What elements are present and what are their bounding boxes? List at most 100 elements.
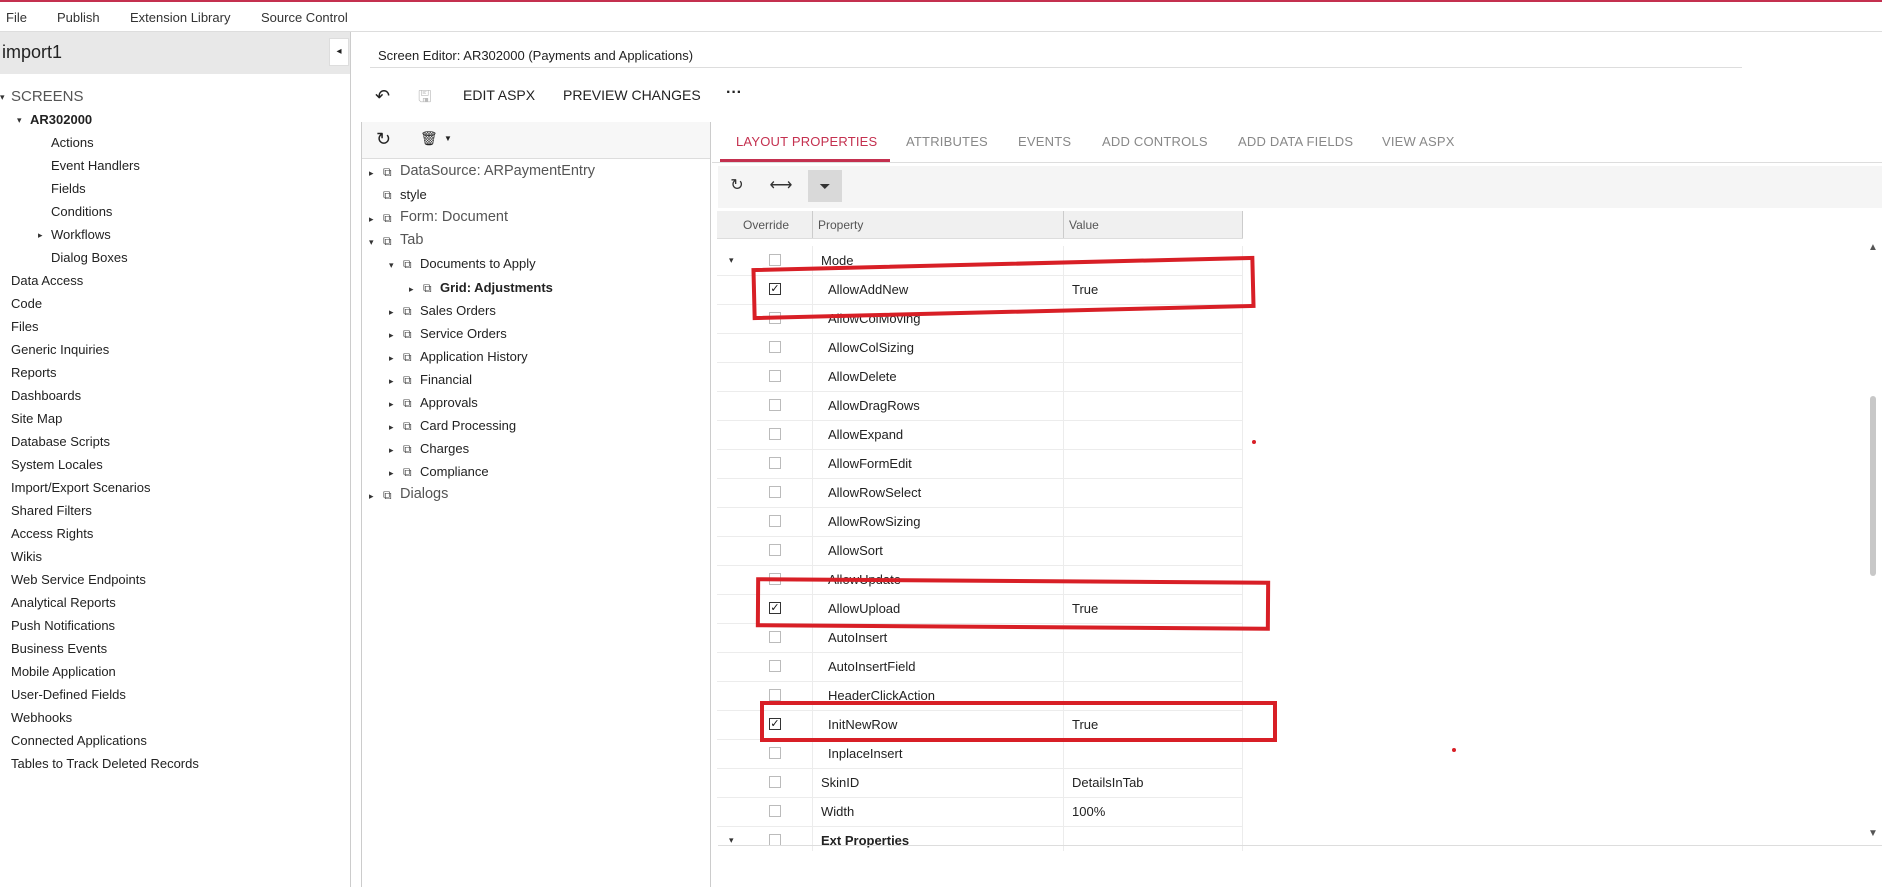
grid-row[interactable]: AutoInsertField (717, 652, 1243, 682)
tree-expand-caret[interactable]: ▸ (389, 330, 394, 341)
tree-item-generic-inquiries[interactable]: Generic Inquiries (11, 342, 109, 357)
tree-expand-caret[interactable]: ▸ (369, 491, 374, 502)
control-tree-node[interactable]: Grid: Adjustments (440, 280, 553, 295)
control-tree-node[interactable]: Compliance (420, 464, 489, 479)
tree-item-fields[interactable]: Fields (51, 181, 86, 196)
tree-item-user-defined-fields[interactable]: User-Defined Fields (11, 687, 126, 702)
tree-expand-caret[interactable]: ▸ (389, 376, 394, 387)
grid-row[interactable]: SkinID DetailsInTab (717, 768, 1243, 798)
tree-item-reports[interactable]: Reports (11, 365, 57, 380)
column-header-override[interactable]: Override (743, 218, 789, 232)
tree-item-workflows[interactable]: Workflows (51, 227, 111, 242)
menu-file[interactable]: File (6, 10, 27, 25)
override-checkbox[interactable] (769, 747, 781, 759)
grid-row[interactable]: AllowDelete (717, 362, 1243, 392)
control-tree-node[interactable]: Card Processing (420, 418, 516, 433)
tree-item-push-notifications[interactable]: Push Notifications (11, 618, 115, 633)
fit-columns-icon[interactable]: ⟷ (764, 170, 798, 202)
grid-row[interactable]: AllowFormEdit (717, 449, 1243, 479)
tree-item-dialog-boxes[interactable]: Dialog Boxes (51, 250, 128, 265)
override-checkbox[interactable] (769, 631, 781, 643)
override-checkbox[interactable] (769, 805, 781, 817)
control-tree-node[interactable]: Approvals (420, 395, 478, 410)
delete-icon[interactable]: 🗑 (420, 130, 438, 147)
override-checkbox[interactable] (769, 776, 781, 788)
tree-expand-caret[interactable]: ▸ (389, 399, 394, 410)
control-tree-node[interactable]: Form: Document (400, 209, 508, 225)
tree-item-connected-applications[interactable]: Connected Applications (11, 733, 147, 748)
override-checkbox[interactable] (769, 254, 781, 266)
grid-row[interactable]: ▾ Ext Properties (717, 826, 1243, 851)
tab-events[interactable]: EVENTS (1018, 134, 1071, 149)
tab-add-controls[interactable]: ADD CONTROLS (1102, 134, 1208, 149)
tree-item-tables-to-track-deleted-records[interactable]: Tables to Track Deleted Records (11, 756, 199, 771)
scroll-down-icon[interactable]: ▼ (1868, 828, 1878, 839)
tree-expand-caret[interactable]: ▸ (389, 445, 394, 456)
control-tree-node[interactable]: Charges (420, 441, 469, 456)
control-tree-node[interactable]: Documents to Apply (420, 256, 536, 271)
property-value[interactable]: 100% (1072, 804, 1105, 819)
tree-item-event-handlers[interactable]: Event Handlers (51, 158, 140, 173)
grid-row[interactable]: Width 100% (717, 797, 1243, 827)
tree-expand-caret[interactable]: ▸ (389, 422, 394, 433)
save-icon[interactable]: 🖫 (418, 86, 432, 113)
chevron-down-icon[interactable]: ▼ (444, 134, 452, 143)
control-tree-node[interactable]: Sales Orders (420, 303, 496, 318)
control-tree-node[interactable]: Dialogs (400, 486, 448, 502)
menu-source-control[interactable]: Source Control (261, 10, 348, 25)
grid-row[interactable]: InplaceInsert (717, 739, 1243, 769)
scrollbar-thumb[interactable] (1870, 396, 1876, 576)
override-checkbox[interactable] (769, 341, 781, 353)
tree-item-access-rights[interactable]: Access Rights (11, 526, 93, 541)
tree-item-screen-id[interactable]: AR302000 (30, 112, 92, 127)
edit-aspx-button[interactable]: EDIT ASPX (463, 87, 535, 103)
preview-changes-button[interactable]: PREVIEW CHANGES (563, 87, 701, 103)
tree-item-analytical-reports[interactable]: Analytical Reports (11, 595, 116, 610)
tree-expand-caret[interactable]: ▸ (369, 168, 374, 179)
override-checkbox[interactable] (769, 660, 781, 672)
grid-row[interactable]: AllowDragRows (717, 391, 1243, 421)
tree-expand-caret[interactable]: ▾ (369, 237, 374, 248)
override-checkbox[interactable] (769, 457, 781, 469)
grid-row[interactable]: AllowRowSizing (717, 507, 1243, 537)
control-tree-node[interactable]: DataSource: ARPaymentEntry (400, 163, 595, 179)
tree-expand-caret[interactable]: ▸ (389, 353, 394, 364)
tab-view-aspx[interactable]: VIEW ASPX (1382, 134, 1455, 149)
grid-scrollbar[interactable]: ▲ ▼ (1866, 242, 1880, 840)
tree-expand-caret[interactable]: ▸ (409, 284, 414, 295)
tab-layout-properties[interactable]: LAYOUT PROPERTIES (736, 134, 877, 149)
collapse-sidebar-button[interactable]: ◂ (329, 38, 349, 66)
scroll-up-icon[interactable]: ▲ (1868, 242, 1878, 253)
menu-publish[interactable]: Publish (57, 10, 100, 25)
group-expand-caret[interactable]: ▾ (729, 255, 734, 266)
tree-expand-caret[interactable]: ▾ (389, 260, 394, 271)
override-checkbox[interactable] (769, 370, 781, 382)
filter-icon[interactable]: ⏷ (808, 170, 842, 202)
override-checkbox[interactable] (769, 399, 781, 411)
tree-item-import-export-scenarios[interactable]: Import/Export Scenarios (11, 480, 150, 495)
grid-row[interactable]: AllowColSizing (717, 333, 1243, 363)
tree-item-screens[interactable]: SCREENS (11, 88, 84, 105)
control-tree-node[interactable]: style (400, 187, 427, 202)
tab-add-data-fields[interactable]: ADD DATA FIELDS (1238, 134, 1353, 149)
control-tree-node[interactable]: Service Orders (420, 326, 507, 341)
tree-expand-caret[interactable]: ▾ (17, 115, 22, 126)
override-checkbox[interactable] (769, 544, 781, 556)
tree-item-shared-filters[interactable]: Shared Filters (11, 503, 92, 518)
refresh-icon[interactable]: ↻ (720, 170, 754, 202)
override-checkbox[interactable] (769, 486, 781, 498)
more-options-button[interactable]: ··· (726, 84, 742, 102)
tree-item-data-access[interactable]: Data Access (11, 273, 83, 288)
tab-attributes[interactable]: ATTRIBUTES (906, 134, 988, 149)
tree-item-wikis[interactable]: Wikis (11, 549, 42, 564)
tree-item-mobile-application[interactable]: Mobile Application (11, 664, 116, 679)
override-checkbox[interactable] (769, 689, 781, 701)
control-tree-node[interactable]: Financial (420, 372, 472, 387)
control-tree-node[interactable]: Tab (400, 232, 423, 248)
menu-extension-library[interactable]: Extension Library (130, 10, 230, 25)
tree-item-code[interactable]: Code (11, 296, 42, 311)
tree-expand-caret[interactable]: ▸ (38, 230, 43, 241)
grid-row[interactable]: AllowRowSelect (717, 478, 1243, 508)
tree-item-actions[interactable]: Actions (51, 135, 94, 150)
tree-item-system-locales[interactable]: System Locales (11, 457, 103, 472)
